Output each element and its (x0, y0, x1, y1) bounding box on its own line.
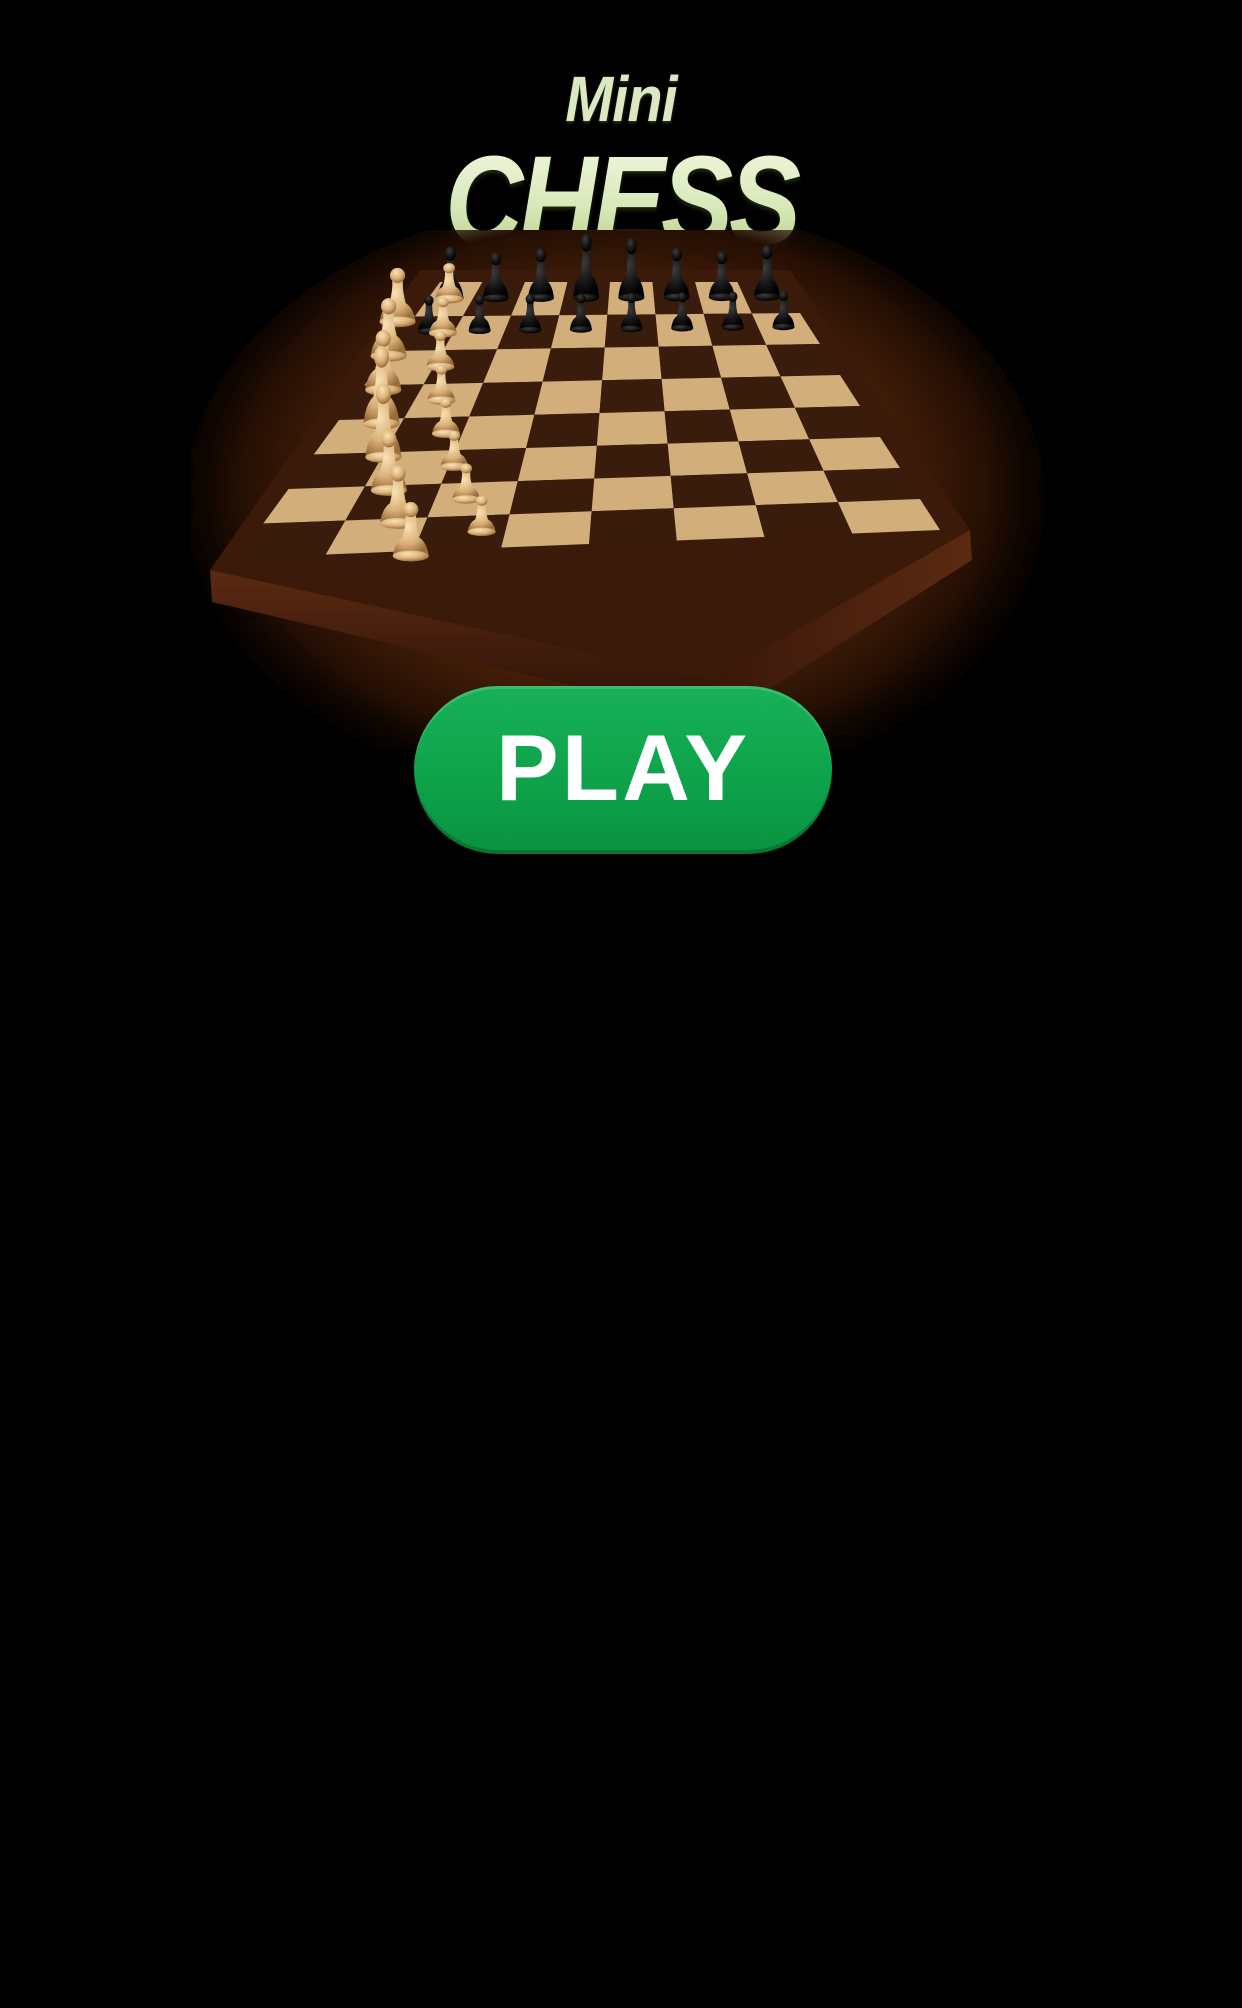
board-square (501, 511, 592, 548)
chess-board-illustration (190, 230, 1045, 750)
board-square (517, 445, 597, 482)
play-button-label: PLAY (495, 715, 751, 820)
board-square (594, 443, 671, 479)
board-square (658, 345, 722, 379)
board-square (542, 347, 605, 382)
board-square (664, 409, 739, 444)
board-square (670, 473, 756, 509)
board-square (509, 478, 595, 515)
board-square (667, 441, 748, 476)
board-square (673, 505, 765, 541)
board-square (661, 377, 730, 412)
board-square (599, 378, 665, 413)
board-square (747, 470, 838, 506)
board-square (602, 346, 662, 381)
board-square (589, 508, 677, 544)
title-mini: Mini (565, 63, 677, 135)
board-square (596, 411, 668, 446)
board-square (738, 439, 824, 474)
board-square (526, 413, 600, 448)
play-button[interactable]: PLAY (414, 686, 832, 854)
board-square (591, 475, 674, 512)
board-square (755, 502, 853, 537)
board-square (534, 380, 603, 415)
